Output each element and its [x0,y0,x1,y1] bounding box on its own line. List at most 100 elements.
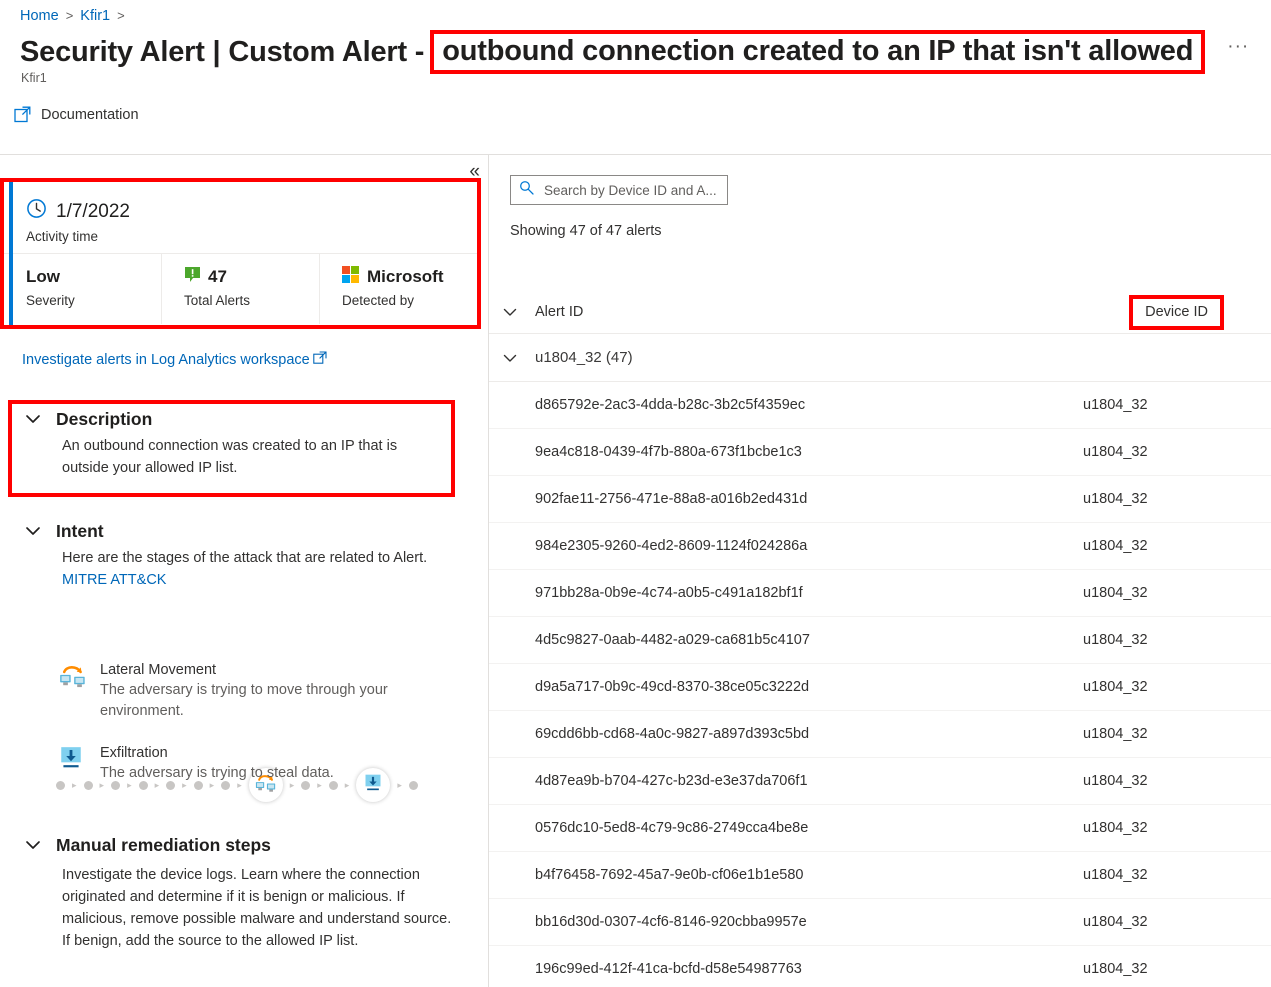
alerts-group-label: u1804_32 (47) [535,349,633,366]
table-row[interactable]: 196c99ed-412f-41ca-bcfd-d58e54987763 u180… [489,946,1271,987]
intent-header[interactable]: Intent [0,520,470,542]
external-link-icon [14,106,31,123]
table-row[interactable]: 69cdd6bb-cd68-4a0c-9827-a897d393c5bd u180… [489,711,1271,758]
page-title-row: Security Alert | Custom Alert - outbound… [20,30,1249,74]
table-row[interactable]: 984e2305-9260-4ed2-8609-1124f024286a u180… [489,523,1271,570]
cell-alert-id: 69cdd6bb-cd68-4a0c-9827-a897d393c5bd [535,726,810,742]
low-severity-badge-icon [184,266,201,288]
documentation-label: Documentation [41,106,139,123]
alert-summary-card: 1/7/2022 Activity time Low Severity 47 T… [4,182,477,325]
tactic-description: The adversary is trying to steal data. [100,765,334,781]
table-row[interactable]: 9ea4c818-0439-4f7b-880a-673f1bcbe1c3 u180… [489,429,1271,476]
description-header[interactable]: Description [0,408,470,430]
breadcrumb: Home > Kfir1 > [20,6,132,26]
tactic-text-block: Lateral Movement The adversary is trying… [100,660,445,722]
cell-device-id: u1804_32 [1083,820,1148,836]
documentation-button[interactable]: Documentation [14,106,139,123]
cell-alert-id: 4d5c9827-0aab-4482-a029-ca681b5c4107 [535,632,810,648]
chevron-down-icon [22,520,44,542]
cell-alert-id: b4f76458-7692-45a7-9e0b-cf06e1b1e580 [535,867,804,883]
alert-name-highlight-box: outbound connection created to an IP tha… [430,30,1206,74]
table-row[interactable]: d865792e-2ac3-4dda-b28c-3b2c5f4359ec u180… [489,382,1271,429]
alerts-list-panel: Showing 47 of 47 alerts Alert ID Device … [489,155,1271,987]
chevron-down-icon [22,834,44,856]
intent-body: Here are the stages of the attack that a… [62,547,447,591]
breadcrumb-item-home[interactable]: Home [20,6,59,26]
cell-device-id: u1804_32 [1083,961,1148,977]
activity-time-value: 1/7/2022 [56,200,130,222]
cell-alert-id: 984e2305-9260-4ed2-8609-1124f024286a [535,538,808,554]
cell-device-id: u1804_32 [1083,491,1148,507]
alerts-table-body: d865792e-2ac3-4dda-b28c-3b2c5f4359ec u180… [489,382,1271,987]
mitre-attack-link[interactable]: MITRE ATT&CK [62,572,166,588]
cell-alert-id: 9ea4c818-0439-4f7b-880a-673f1bcbe1c3 [535,444,802,460]
total-alerts-value-row: 47 [184,265,319,289]
investigate-alerts-label: Investigate alerts in Log Analytics work… [22,352,310,368]
intent-title: Intent [56,520,104,541]
chevron-down-icon[interactable] [499,347,521,369]
total-alerts-cell: 47 Total Alerts [162,254,320,324]
table-row[interactable]: d9a5a717-0b9c-49cd-8370-38ce05c3222d u180… [489,664,1271,711]
table-row[interactable]: bb16d30d-0307-4cf6-8146-920cbba9957e u180… [489,899,1271,946]
total-alerts-value: 47 [208,267,227,286]
table-row[interactable]: b4f76458-7692-45a7-9e0b-cf06e1b1e580 u180… [489,852,1271,899]
tactic-exfiltration: Exfiltration The adversary is trying to … [58,743,458,784]
cell-alert-id: d865792e-2ac3-4dda-b28c-3b2c5f4359ec [535,397,806,413]
column-header-device-id-highlight: Device ID [1129,294,1224,330]
search-box[interactable] [510,175,728,205]
showing-count-label: Showing 47 of 47 alerts [510,223,662,239]
table-row[interactable]: 4d5c9827-0aab-4482-a029-ca681b5c4107 u180… [489,617,1271,664]
cell-device-id: u1804_32 [1083,914,1148,930]
table-row[interactable]: 0576dc10-5ed8-4c79-9c86-2749cca4be8e u180… [489,805,1271,852]
remediation-header[interactable]: Manual remediation steps [0,834,470,856]
cell-alert-id: d9a5a717-0b9c-49cd-8370-38ce05c3222d [535,679,810,695]
alert-summary-card-highlight: 1/7/2022 Activity time Low Severity 47 T… [0,178,481,329]
intent-section: Intent Here are the stages of the attack… [0,520,470,591]
cell-device-id: u1804_32 [1083,632,1148,648]
investigate-alerts-link[interactable]: Investigate alerts in Log Analytics work… [22,351,327,369]
activity-time-value-row: 1/7/2022 [26,198,477,225]
cell-alert-id: bb16d30d-0307-4cf6-8146-920cbba9957e [535,914,807,930]
cell-device-id: u1804_32 [1083,444,1148,460]
tactic-description: The adversary is trying to move through … [100,682,388,719]
more-options-button[interactable]: ··· [1227,37,1249,63]
microsoft-logo-icon [342,266,359,288]
table-row[interactable]: 4d87ea9b-b704-427c-b23d-e3e37da706f1 u180… [489,758,1271,805]
cell-alert-id: 971bb28a-0b9e-4c74-a0b5-c491a182bf1f [535,585,803,601]
breadcrumb-item-kfir1[interactable]: Kfir1 [80,6,110,26]
table-row[interactable]: 902fae11-2756-471e-88a8-a016b2ed431d u180… [489,476,1271,523]
alert-summary-metrics: Low Severity 47 Total Alerts Microsoft D… [4,254,477,324]
severity-cell: Low Severity [4,254,162,324]
alert-name: outbound connection created to an IP tha… [442,35,1194,67]
chevron-down-icon[interactable] [499,301,521,323]
tactic-name: Exfiltration [100,745,168,761]
detected-by-value-row: Microsoft [342,265,477,289]
external-link-icon [312,351,327,369]
remediation-section: Manual remediation steps Investigate the… [0,834,470,952]
cell-alert-id: 196c99ed-412f-41ca-bcfd-d58e54987763 [535,961,802,977]
cell-device-id: u1804_32 [1083,726,1148,742]
cell-device-id: u1804_32 [1083,773,1148,789]
tactic-lateral-movement: Lateral Movement The adversary is trying… [58,660,458,722]
alerts-group-row[interactable]: u1804_32 (47) [489,334,1271,382]
severity-value: Low [26,267,60,286]
description-section: Description An outbound connection was c… [0,408,470,479]
breadcrumb-separator: > [65,8,74,23]
description-body: An outbound connection was created to an… [62,438,398,476]
page-title: Security Alert | Custom Alert - [20,36,425,68]
severity-accent-bar [9,182,13,325]
security-alert-page: Home > Kfir1 > Security Alert | Custom A… [0,0,1271,987]
table-row[interactable]: 971bb28a-0b9e-4c74-a0b5-c491a182bf1f u180… [489,570,1271,617]
detected-by-label: Detected by [342,293,415,308]
total-alerts-label: Total Alerts [184,293,251,308]
cell-device-id: u1804_32 [1083,679,1148,695]
cell-device-id: u1804_32 [1083,585,1148,601]
cell-device-id: u1804_32 [1083,538,1148,554]
tactic-name: Lateral Movement [100,662,217,678]
tactic-text-block: Exfiltration The adversary is trying to … [100,743,445,784]
column-header-device-id[interactable]: Device ID [1145,304,1208,320]
search-input[interactable] [542,181,719,199]
cell-alert-id: 0576dc10-5ed8-4c79-9c86-2749cca4be8e [535,820,809,836]
column-header-alert-id[interactable]: Alert ID [535,304,1129,320]
description-title: Description [56,408,153,429]
